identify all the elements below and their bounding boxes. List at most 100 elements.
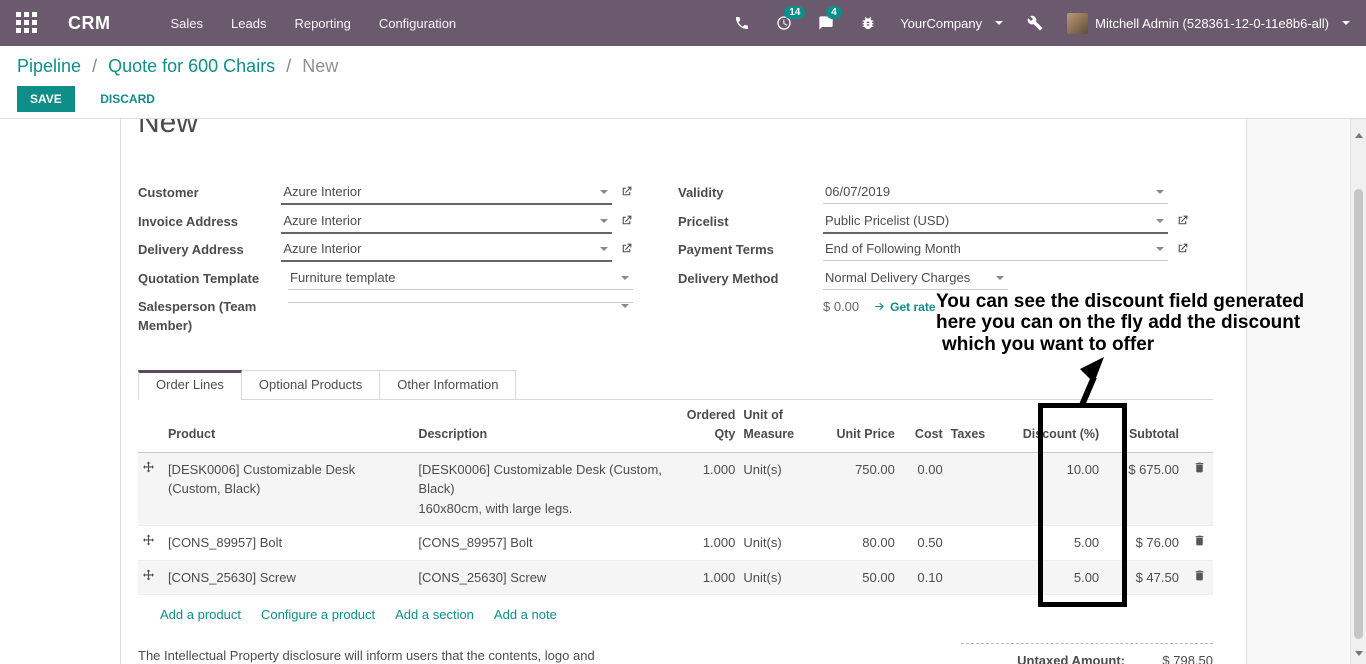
table-row[interactable]: [CONS_25630] Screw [CONS_25630] Screw 1.… [138, 560, 1213, 595]
debug-bug-icon[interactable] [858, 13, 878, 33]
external-link-icon[interactable] [1176, 242, 1189, 260]
messages-chat-icon[interactable]: 4 [816, 13, 836, 33]
cell-cost[interactable]: 0.50 [899, 526, 947, 561]
validity-field[interactable]: 06/07/2019 [823, 179, 1168, 204]
dropdown-caret-icon[interactable] [621, 304, 629, 308]
totals-summary: Untaxed Amount: $ 798.50 Taxes: $ 0.00 [961, 643, 1213, 664]
cell-description[interactable]: [DESK0006] Customizable Desk (Custom, Bl… [414, 452, 682, 526]
apps-grid-icon[interactable] [16, 12, 38, 34]
external-link-icon[interactable] [620, 185, 633, 203]
cell-discount[interactable]: 5.00 [1009, 560, 1104, 595]
save-button[interactable]: SAVE [17, 86, 75, 112]
table-row[interactable]: [DESK0006] Customizable Desk (Custom, Bl… [138, 452, 1213, 526]
scroll-down-arrow-icon[interactable] [1355, 651, 1363, 656]
cell-unit-price[interactable]: 50.00 [827, 560, 899, 595]
breadcrumb-current: New [302, 56, 338, 76]
external-link-icon[interactable] [620, 214, 633, 232]
delete-row-trash-icon[interactable] [1193, 568, 1206, 588]
column-taxes: Taxes [947, 400, 1009, 452]
invoice-address-field[interactable]: Azure Interior [281, 208, 612, 234]
quotation-template-field[interactable]: Furniture template [288, 265, 633, 290]
menu-sales[interactable]: Sales [171, 16, 204, 31]
cell-unit-price[interactable]: 750.00 [827, 452, 899, 526]
scroll-up-arrow-icon[interactable] [1355, 133, 1363, 138]
field-label: Delivery Method [678, 265, 823, 289]
company-switcher[interactable]: YourCompany [900, 16, 1003, 31]
phone-icon[interactable] [732, 13, 752, 33]
cell-unit-price[interactable]: 80.00 [827, 526, 899, 561]
table-header-row: Product Description Ordered Qty Unit of … [138, 400, 1213, 452]
note-line: The Intellectual Property disclosure wil… [138, 648, 595, 663]
delivery-method-field[interactable]: Normal Delivery Charges [823, 265, 1008, 290]
notebook-section: Order Lines Optional Products Other Info… [138, 369, 1213, 664]
get-rate-label: Get rate [890, 300, 935, 314]
ip-disclosure-note: The Intellectual Property disclosure wil… [138, 643, 658, 664]
user-menu[interactable]: Mitchell Admin (528361-12-0-11e8b6-all) [1067, 13, 1350, 34]
dropdown-caret-icon[interactable] [1156, 247, 1164, 251]
salesperson-field[interactable] [288, 293, 633, 303]
customer-field[interactable]: Azure Interior [281, 179, 612, 205]
tab-other-information[interactable]: Other Information [379, 370, 516, 399]
tab-optional-products[interactable]: Optional Products [241, 370, 380, 399]
tools-wrench-icon[interactable] [1025, 13, 1045, 33]
add-section-link[interactable]: Add a section [395, 607, 474, 622]
breadcrumb-separator: / [286, 56, 291, 76]
dropdown-caret-icon[interactable] [996, 276, 1004, 280]
cell-taxes[interactable] [947, 560, 1009, 595]
payment-terms-field[interactable]: End of Following Month [823, 236, 1168, 261]
external-link-icon[interactable] [1176, 214, 1189, 232]
configure-product-link[interactable]: Configure a product [261, 607, 375, 622]
cell-product[interactable]: [CONS_89957] Bolt [164, 526, 414, 561]
field-row-quotation-template: Quotation Template Furniture template [138, 265, 633, 294]
dropdown-caret-icon[interactable] [621, 276, 629, 280]
pricelist-field[interactable]: Public Pricelist (USD) [823, 208, 1168, 234]
drag-handle-icon[interactable] [142, 570, 155, 585]
user-name: Mitchell Admin (528361-12-0-11e8b6-all) [1095, 16, 1329, 31]
drag-handle-icon[interactable] [142, 462, 155, 477]
cell-uom[interactable]: Unit(s) [739, 560, 827, 595]
cell-cost[interactable]: 0.10 [899, 560, 947, 595]
cell-qty[interactable]: 1.000 [683, 452, 740, 526]
cell-product[interactable]: [CONS_25630] Screw [164, 560, 414, 595]
cell-discount[interactable]: 10.00 [1009, 452, 1104, 526]
breadcrumb-quote[interactable]: Quote for 600 Chairs [108, 56, 275, 76]
table-row[interactable]: [CONS_89957] Bolt [CONS_89957] Bolt 1.00… [138, 526, 1213, 561]
dropdown-caret-icon[interactable] [600, 219, 608, 223]
menu-reporting[interactable]: Reporting [294, 16, 350, 31]
cell-taxes[interactable] [947, 452, 1009, 526]
cell-product[interactable]: [DESK0006] Customizable Desk (Custom, Bl… [164, 452, 414, 526]
dropdown-caret-icon[interactable] [1156, 190, 1164, 194]
menu-configuration[interactable]: Configuration [379, 16, 456, 31]
external-link-icon[interactable] [620, 242, 633, 260]
tab-order-lines[interactable]: Order Lines [138, 370, 242, 400]
app-title[interactable]: CRM [68, 13, 111, 34]
dropdown-caret-icon[interactable] [600, 190, 608, 194]
cell-qty[interactable]: 1.000 [683, 560, 740, 595]
vertical-scrollbar[interactable] [1350, 119, 1366, 664]
drag-handle-icon[interactable] [142, 535, 155, 550]
add-note-link[interactable]: Add a note [494, 607, 557, 622]
breadcrumb-pipeline[interactable]: Pipeline [17, 56, 81, 76]
cell-taxes[interactable] [947, 526, 1009, 561]
cell-uom[interactable]: Unit(s) [739, 452, 827, 526]
delivery-address-field[interactable]: Azure Interior [281, 236, 612, 262]
get-rate-link[interactable]: Get rate [873, 300, 935, 314]
cell-discount[interactable]: 5.00 [1009, 526, 1104, 561]
dropdown-caret-icon[interactable] [600, 247, 608, 251]
menu-leads[interactable]: Leads [231, 16, 266, 31]
cell-qty[interactable]: 1.000 [683, 526, 740, 561]
activities-clock-icon[interactable]: 14 [774, 13, 794, 33]
delete-row-trash-icon[interactable] [1193, 460, 1206, 480]
cell-description[interactable]: [CONS_89957] Bolt [414, 526, 682, 561]
scrollbar-thumb[interactable] [1354, 189, 1363, 639]
add-product-link[interactable]: Add a product [160, 607, 241, 622]
delete-row-trash-icon[interactable] [1193, 533, 1206, 553]
discard-button[interactable]: DISCARD [87, 86, 168, 112]
cell-cost[interactable]: 0.00 [899, 452, 947, 526]
dropdown-caret-icon[interactable] [1156, 219, 1164, 223]
cell-description[interactable]: [CONS_25630] Screw [414, 560, 682, 595]
cell-uom[interactable]: Unit(s) [739, 526, 827, 561]
sheet-footer: The Intellectual Property disclosure wil… [138, 643, 1213, 664]
column-cost: Cost [899, 400, 947, 452]
description-extra: 160x80cm, with large legs. [418, 499, 678, 519]
